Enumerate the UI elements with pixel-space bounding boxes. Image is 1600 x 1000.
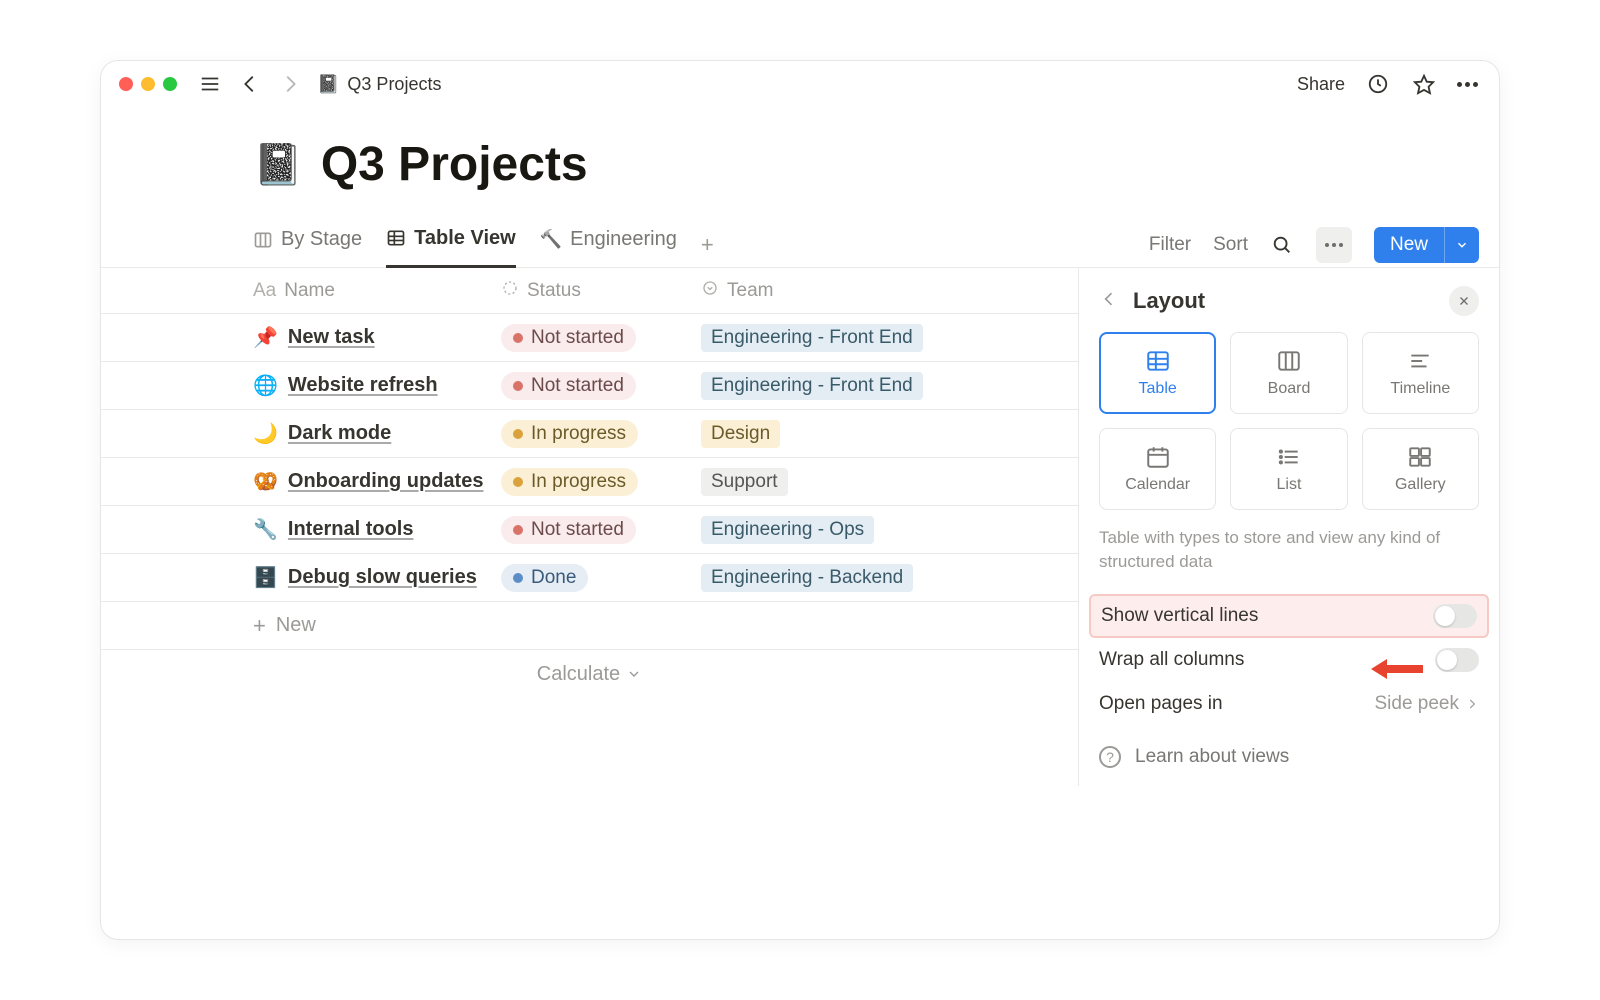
add-row-label: New [276,614,316,637]
row-name[interactable]: Debug slow queries [288,566,477,589]
annotation-arrow-icon [1369,651,1425,687]
layout-card-label: Timeline [1390,380,1450,398]
show-vertical-lines-row[interactable]: Show vertical lines [1089,594,1489,638]
status-property-icon [501,279,519,303]
new-button[interactable]: New [1374,227,1444,263]
select-property-icon [701,279,719,303]
status-badge[interactable]: Not started [501,324,636,352]
status-badge[interactable]: In progress [501,420,638,448]
layout-card-label: List [1277,476,1302,494]
team-tag[interactable]: Support [701,468,788,496]
layout-card-label: Calendar [1125,476,1190,494]
filter-button[interactable]: Filter [1149,234,1191,256]
status-badge[interactable]: In progress [501,468,638,496]
layout-card-table[interactable]: Table [1099,332,1216,414]
status-badge[interactable]: Done [501,564,588,592]
new-dropdown-button[interactable] [1444,227,1479,263]
hammer-icon: 🔨 [540,229,562,250]
row-name[interactable]: Internal tools [288,518,414,541]
layout-card-label: Gallery [1395,476,1446,494]
view-tab-label: Table View [414,227,516,250]
row-name[interactable]: Onboarding updates [288,470,484,493]
sidebar-toggle-button[interactable] [197,71,223,97]
row-icon: 🔧 [253,517,278,542]
row-icon: 🌐 [253,373,278,398]
breadcrumb-icon: 📓 [317,74,339,95]
show-vertical-lines-label: Show vertical lines [1101,605,1433,627]
text-property-icon: Aa [253,280,276,302]
row-name[interactable]: Dark mode [288,422,391,445]
panel-title: Layout [1133,288,1435,314]
learn-about-views-label: Learn about views [1135,746,1289,768]
sort-button[interactable]: Sort [1213,234,1248,256]
status-badge[interactable]: Not started [501,516,636,544]
status-badge[interactable]: Not started [501,372,636,400]
view-options-button[interactable] [1316,227,1352,263]
table-row[interactable]: 📌 New task Not started Engineering - Fro… [101,314,1078,362]
table-row[interactable]: 🥨 Onboarding updates In progress Support [101,458,1078,506]
wrap-all-columns-toggle[interactable] [1435,648,1479,672]
row-icon: 🌙 [253,421,278,446]
open-pages-in-row[interactable]: Open pages in Side peek [1099,682,1479,726]
window-controls[interactable] [119,77,177,91]
table-row[interactable]: 🗄️ Debug slow queries Done Engineering -… [101,554,1078,602]
layout-card-label: Table [1139,380,1177,398]
calculate-button[interactable]: Calculate [101,650,1078,698]
table-row[interactable]: 🔧 Internal tools Not started Engineering… [101,506,1078,554]
team-tag[interactable]: Engineering - Front End [701,372,923,400]
page-title[interactable]: Q3 Projects [321,137,588,192]
search-icon[interactable] [1270,233,1294,257]
column-header-status[interactable]: Status [527,280,581,302]
row-name[interactable]: Website refresh [288,374,438,397]
open-pages-in-label: Open pages in [1099,693,1374,715]
row-icon: 🥨 [253,469,278,494]
forward-button [277,71,303,97]
help-icon: ? [1099,746,1121,768]
column-header-team[interactable]: Team [727,280,773,302]
table-row[interactable]: 🌐 Website refresh Not started Engineerin… [101,362,1078,410]
layout-card-timeline[interactable]: Timeline [1362,332,1479,414]
add-row-button[interactable]: + New [101,602,1078,650]
plus-icon: + [253,613,266,639]
panel-back-button[interactable] [1099,289,1119,314]
favorite-icon[interactable] [1411,71,1437,97]
row-icon: 🗄️ [253,565,278,590]
page-icon[interactable]: 📓 [253,141,303,188]
row-name[interactable]: New task [288,326,375,349]
row-icon: 📌 [253,325,278,350]
calculate-label: Calculate [537,663,620,686]
view-tab-engineering[interactable]: 🔨 Engineering [540,222,677,268]
layout-card-label: Board [1268,380,1311,398]
show-vertical-lines-toggle[interactable] [1433,604,1477,628]
open-pages-in-value: Side peek [1374,693,1459,715]
add-view-button[interactable]: + [701,232,714,258]
maximize-window-icon[interactable] [163,77,177,91]
layout-card-list[interactable]: List [1230,428,1347,510]
layout-card-board[interactable]: Board [1230,332,1347,414]
panel-close-button[interactable] [1449,286,1479,316]
view-tab-label: By Stage [281,228,362,251]
layout-card-gallery[interactable]: Gallery [1362,428,1479,510]
column-header-name[interactable]: Name [284,280,335,302]
breadcrumb[interactable]: 📓 Q3 Projects [317,74,441,95]
back-button[interactable] [237,71,263,97]
learn-about-views-link[interactable]: ? Learn about views [1099,746,1479,768]
view-tab-by-stage[interactable]: By Stage [253,222,362,268]
share-button[interactable]: Share [1297,74,1345,95]
updates-icon[interactable] [1365,71,1391,97]
team-tag[interactable]: Engineering - Front End [701,324,923,352]
team-tag[interactable]: Engineering - Ops [701,516,874,544]
layout-description: Table with types to store and view any k… [1099,526,1479,574]
layout-card-calendar[interactable]: Calendar [1099,428,1216,510]
more-menu-icon[interactable] [1457,82,1481,87]
close-window-icon[interactable] [119,77,133,91]
team-tag[interactable]: Engineering - Backend [701,564,913,592]
breadcrumb-label: Q3 Projects [347,74,441,95]
table-row[interactable]: 🌙 Dark mode In progress Design [101,410,1078,458]
view-tab-table-view[interactable]: Table View [386,222,516,268]
view-tab-label: Engineering [570,228,677,251]
team-tag[interactable]: Design [701,420,780,448]
minimize-window-icon[interactable] [141,77,155,91]
